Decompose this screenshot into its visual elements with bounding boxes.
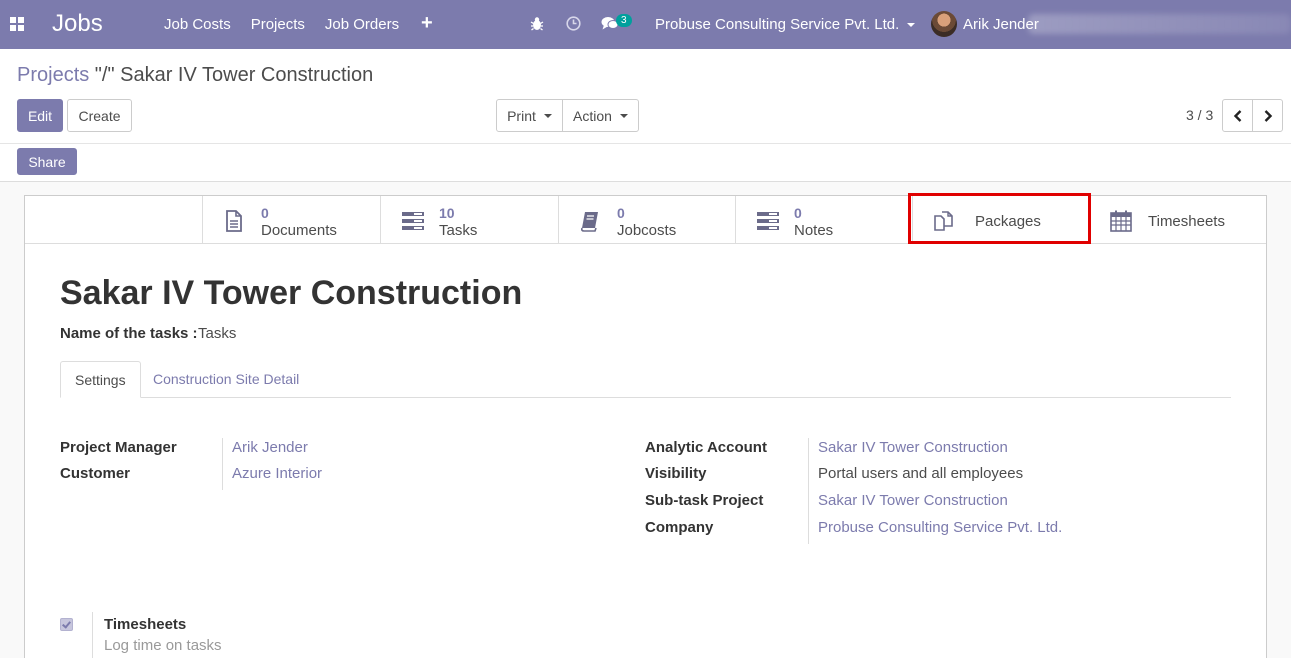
copy-icon: [934, 211, 953, 231]
clock-icon[interactable]: [566, 16, 581, 31]
top-navbar: Jobs Job Costs Projects Job Orders + 3 P…: [0, 0, 1291, 49]
document-icon: [226, 210, 242, 232]
chevron-down-icon: [619, 113, 628, 118]
tasks-count: 10: [439, 205, 455, 221]
app-brand[interactable]: Jobs: [52, 10, 103, 38]
plus-icon[interactable]: +: [421, 12, 433, 35]
documents-label: Documents: [261, 222, 337, 239]
action-dropdown-button[interactable]: Action: [562, 99, 639, 132]
form-tabs: Settings Construction Site Detail: [60, 361, 1231, 398]
company-label: Company: [645, 519, 714, 536]
tasks-label: Tasks: [439, 222, 478, 239]
tasks-name-label: Name of the tasks :: [60, 325, 198, 342]
book-icon: [580, 212, 598, 232]
breadcrumb-current: Sakar IV Tower Construction: [120, 64, 374, 86]
control-panel-divider: [0, 143, 1291, 144]
chevron-down-icon: [907, 23, 916, 28]
left-group-separator: [222, 438, 223, 490]
tab-construction-site-detail[interactable]: Construction Site Detail: [139, 361, 313, 398]
apps-menu-icon[interactable]: [10, 17, 24, 31]
record-title: Sakar IV Tower Construction: [60, 274, 523, 312]
avatar[interactable]: [931, 11, 957, 37]
bug-icon[interactable]: [530, 16, 544, 32]
edit-button[interactable]: Edit: [17, 99, 63, 132]
chevron-left-icon: [1233, 109, 1241, 122]
notes-smart-button[interactable]: 0 Notes: [735, 196, 912, 243]
project-manager-value[interactable]: Arik Jender: [232, 439, 308, 456]
calendar-icon: [1110, 210, 1132, 232]
notes-label: Notes: [794, 222, 834, 239]
tab-settings[interactable]: Settings: [60, 361, 141, 398]
company-value[interactable]: Probuse Consulting Service Pvt. Ltd.: [818, 519, 1062, 536]
company-name: Probuse Consulting Service Pvt. Ltd.: [655, 16, 900, 33]
menu-projects[interactable]: Projects: [251, 16, 305, 33]
action-label: Action: [573, 107, 612, 124]
menu-job-costs[interactable]: Job Costs: [164, 16, 231, 33]
customer-label: Customer: [60, 465, 131, 482]
share-button[interactable]: Share: [17, 148, 77, 175]
packages-smart-button[interactable]: Packages: [912, 196, 1089, 243]
project-manager-label: Project Manager: [60, 439, 177, 456]
breadcrumb: Projects "/" Sakar IV Tower Construction: [17, 64, 373, 87]
tasks-smart-button[interactable]: 10 Tasks: [380, 196, 558, 243]
tasks-name-value: Tasks: [198, 325, 237, 342]
menu-job-orders[interactable]: Job Orders: [325, 16, 399, 33]
pager-previous-button[interactable]: [1222, 99, 1253, 132]
breadcrumb-separator: "/": [89, 64, 121, 86]
chevron-down-icon: [543, 113, 552, 118]
sub-task-project-label: Sub-task Project: [645, 492, 764, 509]
analytic-account-value[interactable]: Sakar IV Tower Construction: [818, 439, 1008, 456]
chevron-right-icon: [1264, 109, 1272, 122]
print-dropdown-button[interactable]: Print: [496, 99, 563, 132]
breadcrumb-projects[interactable]: Projects: [17, 64, 89, 86]
notes-icon: [757, 212, 779, 230]
jobcosts-count: 0: [617, 205, 625, 221]
documents-count: 0: [261, 205, 269, 221]
visibility-label: Visibility: [645, 465, 707, 482]
timesheets-checkbox[interactable]: [60, 618, 73, 631]
analytic-account-label: Analytic Account: [645, 439, 767, 456]
smart-button-box: 0 Documents 10 Tasks 0 Jobcosts 0 Notes …: [25, 193, 1266, 244]
timesheets-separator: [92, 612, 93, 658]
pager-next-button[interactable]: [1252, 99, 1283, 132]
control-panel: Projects "/" Sakar IV Tower Construction…: [0, 49, 1291, 182]
create-button[interactable]: Create: [67, 99, 132, 132]
jobcosts-label: Jobcosts: [617, 222, 677, 239]
customer-value[interactable]: Azure Interior: [232, 465, 322, 482]
print-label: Print: [507, 107, 536, 124]
tasks-icon: [402, 212, 424, 230]
main-menu: Job Costs Projects Job Orders: [164, 16, 419, 33]
documents-smart-button[interactable]: 0 Documents: [202, 196, 380, 243]
packages-label: Packages: [975, 213, 1041, 230]
timesheets-label: Timesheets: [1148, 213, 1225, 230]
blurred-database-name: [1028, 14, 1291, 34]
timesheets-option-label: Timesheets: [104, 616, 187, 633]
timesheets-option-help: Log time on tasks: [104, 637, 222, 654]
visibility-value[interactable]: Portal users and all employees: [818, 465, 1023, 482]
chat-count-badge: 3: [616, 14, 632, 27]
form-sheet: 0 Documents 10 Tasks 0 Jobcosts 0 Notes …: [24, 193, 1267, 658]
company-switcher[interactable]: Probuse Consulting Service Pvt. Ltd.: [655, 16, 916, 33]
sub-task-project-value[interactable]: Sakar IV Tower Construction: [818, 492, 1008, 509]
timesheets-smart-button[interactable]: Timesheets: [1089, 196, 1266, 243]
jobcosts-smart-button[interactable]: 0 Jobcosts: [558, 196, 735, 243]
notes-count: 0: [794, 205, 802, 221]
right-group-separator: [808, 438, 809, 544]
pager-value[interactable]: 3 / 3: [1186, 107, 1213, 123]
